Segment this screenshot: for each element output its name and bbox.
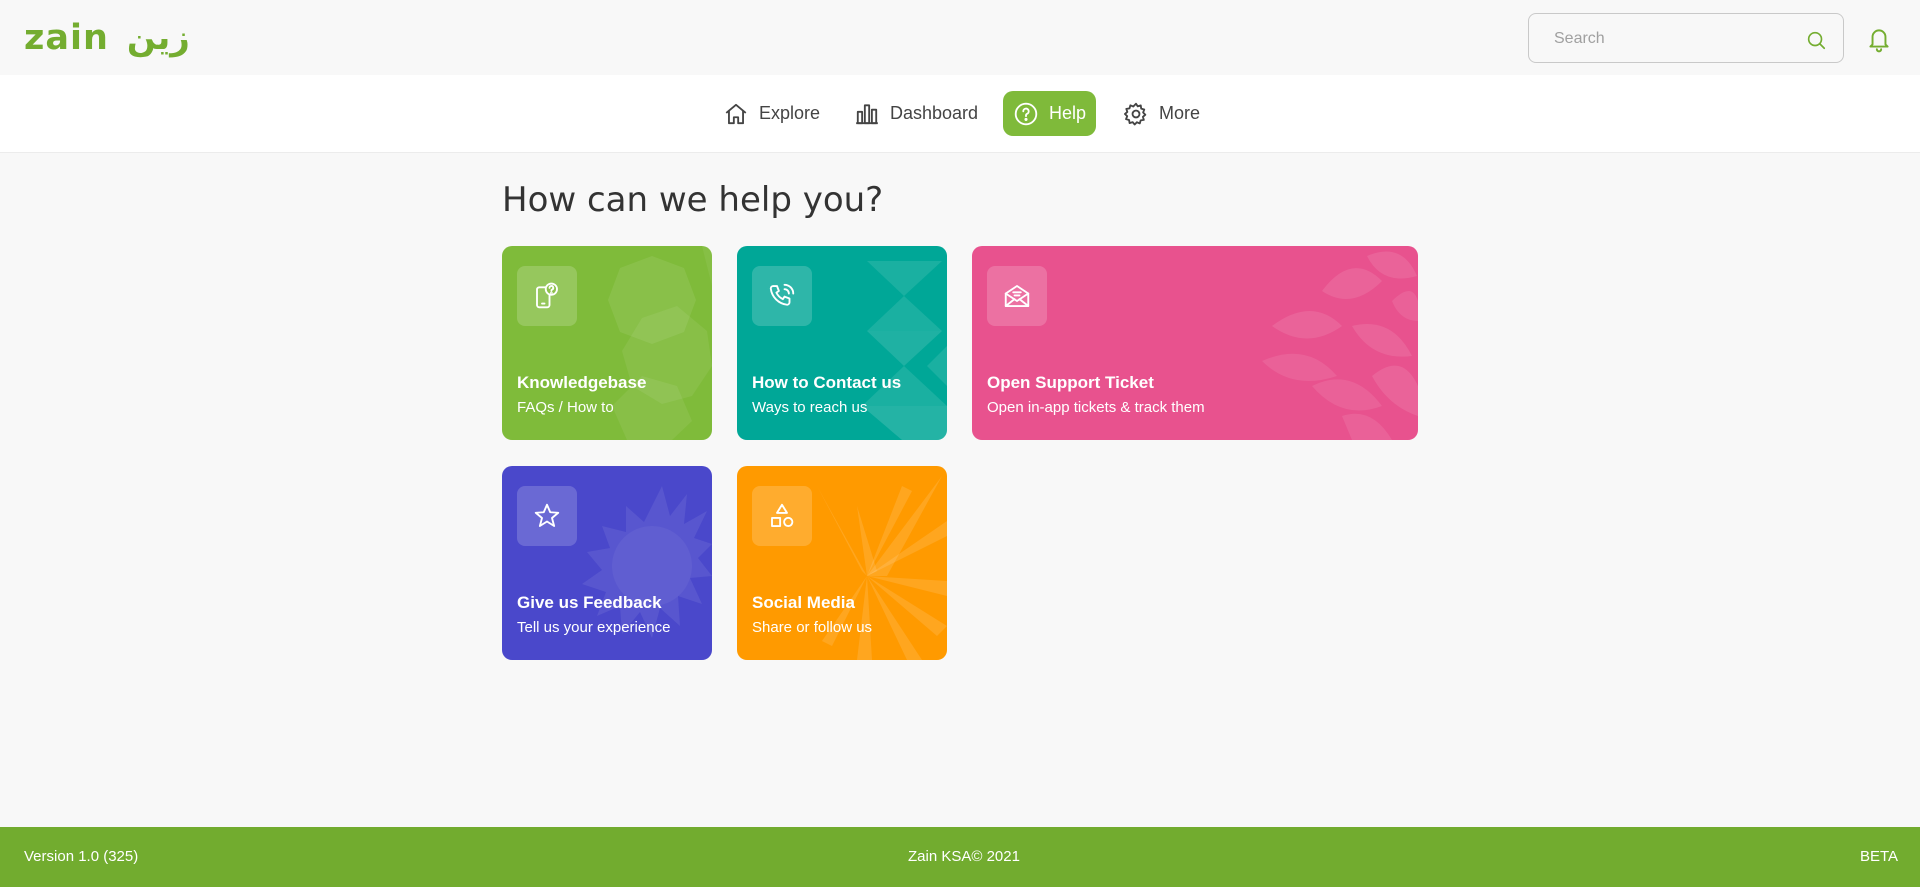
card-icon-box	[517, 486, 577, 546]
card-icon-box	[752, 266, 812, 326]
card-subtitle: FAQs / How to	[517, 399, 614, 416]
logo-arabic-text: زين	[126, 18, 190, 58]
top-bar: zain زين	[0, 0, 1920, 75]
card-title: Give us Feedback	[517, 593, 662, 612]
copyright-text: Zain KSA© 2021	[908, 848, 1020, 865]
home-icon	[725, 103, 747, 124]
nav-label: Help	[1049, 103, 1087, 123]
card-title: Social Media	[752, 593, 855, 612]
card-subtitle: Share or follow us	[752, 619, 873, 636]
page-title: How can we help you?	[502, 180, 884, 220]
nav-item-more[interactable]: More	[1113, 91, 1210, 136]
knowledgebase-card[interactable]: Knowledgebase FAQs / How to	[502, 246, 712, 440]
footer: Version 1.0 (325) Zain KSA© 2021 BETA	[0, 827, 1920, 887]
nav-item-help[interactable]: Help	[1003, 91, 1097, 136]
beta-badge: BETA	[1860, 848, 1899, 865]
gear-icon	[1124, 102, 1147, 125]
question-circle-icon	[1014, 102, 1038, 125]
nav-label: More	[1159, 103, 1201, 123]
main-nav: Explore Dashboard Help More	[0, 75, 1920, 153]
shapes-icon	[771, 503, 794, 528]
card-icon-box	[987, 266, 1047, 326]
search-input[interactable]	[1554, 27, 1794, 51]
nav-label: Explore	[759, 103, 821, 123]
envelope-icon	[1004, 285, 1030, 307]
version-text: Version 1.0 (325)	[24, 848, 139, 865]
card-subtitle: Ways to reach us	[752, 399, 868, 416]
card-title: Knowledgebase	[517, 373, 647, 392]
phone-call-icon	[769, 283, 795, 306]
card-icon-box	[517, 266, 577, 326]
card-icon-box	[752, 486, 812, 546]
bar-chart-icon	[856, 103, 878, 124]
social-media-card[interactable]: Social Media Share or follow us	[737, 466, 947, 660]
card-subtitle: Open in-app tickets & track them	[987, 399, 1205, 416]
zain-logo[interactable]: zain زين	[24, 20, 190, 56]
contact-card[interactable]: How to Contact us Ways to reach us	[737, 246, 947, 440]
nav-item-explore[interactable]: Explore	[713, 91, 830, 136]
star-icon	[534, 503, 560, 527]
card-title: How to Contact us	[752, 373, 902, 392]
logo-latin-text: zain	[24, 18, 109, 58]
feedback-card[interactable]: Give us Feedback Tell us your experience	[502, 466, 712, 660]
bell-icon[interactable]	[1866, 25, 1892, 53]
nav-label: Dashboard	[890, 103, 979, 123]
nav-item-dashboard[interactable]: Dashboard	[844, 91, 988, 136]
card-title: Open Support Ticket	[987, 373, 1154, 392]
card-subtitle: Tell us your experience	[517, 619, 671, 636]
search-icon[interactable]	[1805, 29, 1827, 51]
phone-question-icon	[536, 282, 558, 309]
support-ticket-card[interactable]: Open Support Ticket Open in-app tickets …	[972, 246, 1418, 440]
search-box[interactable]	[1528, 13, 1844, 63]
